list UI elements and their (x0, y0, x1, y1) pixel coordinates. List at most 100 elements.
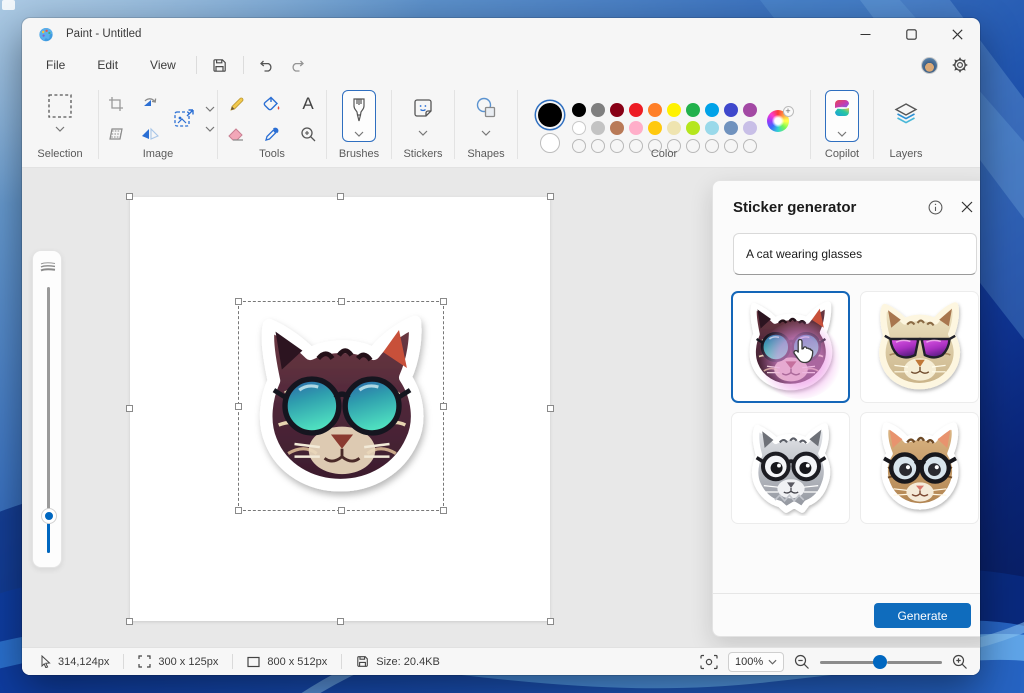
sticker-thumbnail-4[interactable] (860, 412, 979, 524)
thickness-slider-thumb[interactable] (41, 509, 56, 523)
palette-color-swatch[interactable] (704, 103, 719, 117)
palette-color-swatch[interactable] (742, 103, 757, 117)
shapes-chevron-icon[interactable] (481, 130, 491, 136)
text-tool-button[interactable]: A (293, 90, 323, 118)
eraser-tool-button[interactable] (221, 120, 251, 148)
maximize-button[interactable] (888, 18, 934, 50)
close-panel-button[interactable] (955, 195, 979, 219)
shapes-button[interactable] (471, 94, 501, 122)
menu-view[interactable]: View (138, 54, 188, 76)
palette-color-swatch[interactable] (666, 121, 681, 135)
zoom-slider-thumb[interactable] (873, 654, 887, 669)
selection-handle-top-right[interactable] (440, 298, 447, 305)
edit-colors-button[interactable]: + (766, 106, 794, 134)
rotate-button[interactable] (135, 90, 165, 118)
palette-color-swatch[interactable] (666, 103, 681, 117)
palette-color-swatch[interactable] (723, 103, 738, 117)
zoom-in-button[interactable] (952, 654, 968, 670)
prompt-input[interactable]: A cat wearing glasses (733, 233, 977, 275)
copilot-button[interactable] (825, 90, 859, 142)
canvas-cat-sticker[interactable] (247, 308, 437, 504)
account-avatar[interactable] (921, 56, 938, 74)
selection-tool-button[interactable] (45, 92, 75, 120)
drawing-canvas[interactable] (126, 193, 554, 625)
selection-handle-bottom-right[interactable] (440, 507, 447, 514)
layers-group-label: Layers (889, 148, 923, 160)
palette-color-swatch[interactable] (685, 103, 700, 117)
palette-color-swatch[interactable] (685, 121, 700, 135)
selection-dropdown-chevron-icon[interactable] (55, 126, 65, 132)
brushes-group-label: Brushes (338, 148, 380, 160)
minimize-button[interactable] (842, 18, 888, 50)
primary-color-swatch[interactable] (537, 103, 562, 127)
color-group-label: Color (650, 148, 678, 160)
selection-size-icon (138, 655, 151, 668)
generate-button[interactable]: Generate (874, 603, 971, 628)
info-button[interactable] (923, 195, 947, 219)
palette-color-swatch[interactable] (609, 103, 624, 117)
crop-button[interactable] (101, 90, 131, 118)
zoom-out-button[interactable] (794, 654, 810, 670)
fill-tool-button[interactable] (257, 90, 287, 118)
selection-handle-top-left[interactable] (235, 298, 242, 305)
flip-button[interactable] (135, 120, 165, 148)
undo-button[interactable] (252, 53, 282, 77)
palette-color-swatch[interactable] (590, 103, 605, 117)
palette-color-swatch[interactable] (723, 121, 738, 135)
palette-color-swatch[interactable] (590, 121, 605, 135)
info-icon (928, 200, 942, 214)
palette-color-swatch[interactable] (628, 103, 643, 117)
title-bar[interactable]: Paint - Untitled (22, 18, 980, 50)
brushes-button[interactable] (342, 90, 376, 142)
palette-color-swatch[interactable] (571, 121, 586, 135)
canvas-handle-middle-right[interactable] (547, 405, 554, 412)
close-button[interactable] (934, 18, 980, 50)
zoom-slider[interactable] (820, 654, 942, 669)
redo-button[interactable] (282, 53, 312, 77)
window-title: Paint - Untitled (66, 28, 142, 40)
stickers-button[interactable] (408, 94, 438, 122)
selection-handle-bottom-left[interactable] (235, 507, 242, 514)
resize-image-button[interactable] (169, 105, 199, 133)
canvas-handle-top-right[interactable] (547, 193, 554, 200)
save-button[interactable] (205, 53, 235, 77)
fit-to-screen-button[interactable] (700, 654, 718, 670)
canvas-handle-bottom-left[interactable] (126, 618, 133, 625)
selection-handle-top-middle[interactable] (338, 298, 345, 305)
selection-handle-middle-right[interactable] (440, 403, 447, 410)
stickers-chevron-icon[interactable] (418, 130, 428, 136)
palette-color-swatch[interactable] (647, 103, 662, 117)
canvas-handle-bottom-right[interactable] (547, 618, 554, 625)
selection-bounding-box[interactable] (235, 298, 447, 514)
palette-color-swatch[interactable] (647, 121, 662, 135)
palette-color-swatch[interactable] (742, 121, 757, 135)
layers-button[interactable] (891, 100, 921, 128)
palette-color-swatch[interactable] (704, 121, 719, 135)
toolbar-ribbon: Selection Image A Tools Brushes Stickers… (22, 80, 980, 168)
eyedropper-tool-button[interactable] (257, 120, 287, 148)
palette-color-swatch[interactable] (628, 121, 643, 135)
toolbar-group-layers: Layers (874, 80, 938, 167)
flip-chevron-icon[interactable] (205, 126, 215, 132)
canvas-handle-top-left[interactable] (126, 193, 133, 200)
close-icon (961, 201, 973, 213)
menu-file[interactable]: File (34, 54, 77, 76)
canvas-handle-bottom-middle[interactable] (337, 618, 344, 625)
magnifier-tool-button[interactable] (293, 120, 323, 148)
palette-color-swatch[interactable] (571, 103, 586, 117)
rotate-chevron-icon[interactable] (205, 106, 215, 112)
sticker-thumbnail-1[interactable] (731, 291, 850, 403)
selection-handle-bottom-middle[interactable] (338, 507, 345, 514)
skew-button[interactable] (101, 120, 131, 148)
selection-handle-middle-left[interactable] (235, 403, 242, 410)
pencil-tool-button[interactable] (221, 90, 251, 118)
menu-edit[interactable]: Edit (85, 54, 130, 76)
sticker-thumbnail-3[interactable] (731, 412, 850, 524)
sticker-thumbnail-2[interactable] (860, 291, 979, 403)
settings-gear-icon[interactable] (952, 57, 968, 73)
canvas-handle-middle-left[interactable] (126, 405, 133, 412)
canvas-handle-top-middle[interactable] (337, 193, 344, 200)
canvas-size-value: 800 x 512px (267, 655, 328, 668)
zoom-level-dropdown[interactable]: 100% (728, 651, 784, 672)
palette-color-swatch[interactable] (609, 121, 624, 135)
